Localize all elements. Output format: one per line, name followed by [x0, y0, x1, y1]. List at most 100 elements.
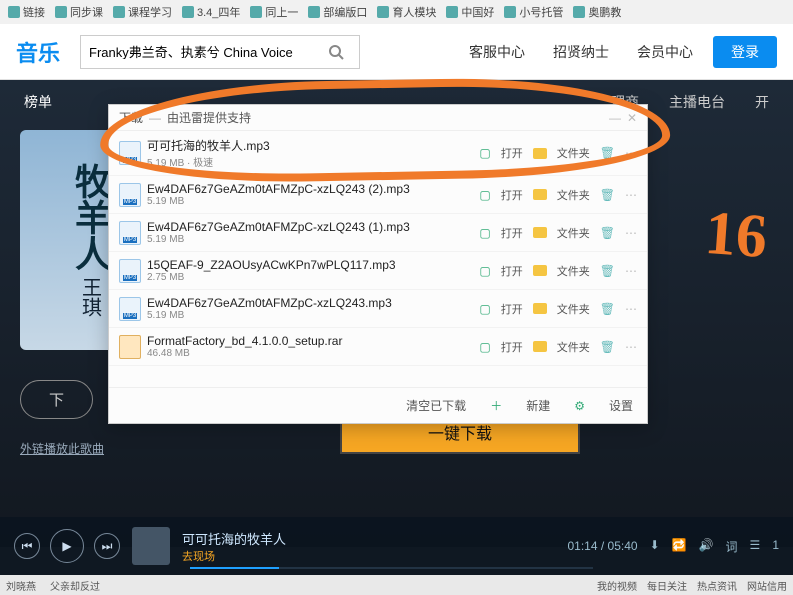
folder-icon[interactable]: [533, 265, 547, 276]
bookmark-icon: [8, 6, 20, 18]
folder-icon[interactable]: [533, 341, 547, 352]
folder-icon[interactable]: [533, 189, 547, 200]
download-button[interactable]: 下: [20, 380, 93, 419]
track-title[interactable]: 可可托海的牧羊人: [182, 532, 286, 547]
open-folder-link[interactable]: 文件夹: [557, 339, 590, 355]
folder-icon[interactable]: [533, 148, 547, 159]
playlist-icon[interactable]: ☰: [750, 538, 761, 555]
live-link[interactable]: 去现场: [182, 548, 286, 564]
tab-radio[interactable]: 主播电台: [669, 92, 725, 112]
open-folder-link[interactable]: 文件夹: [557, 187, 590, 203]
download-panel-header: 下载 — 由迅雷提供支持 — ✕: [109, 105, 647, 131]
tab-item[interactable]: 开: [755, 92, 769, 112]
open-folder-link[interactable]: 文件夹: [557, 145, 590, 161]
open-folder-link[interactable]: 文件夹: [557, 263, 590, 279]
track-time: 01:14 / 05:40: [568, 539, 638, 553]
bookmark-item[interactable]: 3.4_四年: [182, 4, 240, 20]
site-logo[interactable]: 音乐: [16, 36, 60, 68]
progress-bar[interactable]: [190, 567, 593, 569]
bookmark-item[interactable]: 同步课: [55, 4, 103, 20]
player-controls: ⏮ ▶ ⏭: [14, 529, 120, 563]
folder-icon[interactable]: [533, 227, 547, 238]
new-download-link[interactable]: 新建: [526, 397, 550, 414]
album-artist: 王琪: [76, 277, 105, 317]
delete-icon[interactable]: 🗑: [600, 188, 615, 202]
tab-ranking[interactable]: 榜单: [24, 92, 52, 112]
status-text: 刘晓燕: [6, 578, 36, 593]
bookmark-item[interactable]: 链接: [8, 4, 45, 20]
more-icon[interactable]: ⋯: [625, 188, 637, 202]
open-file-link[interactable]: 打开: [501, 225, 523, 241]
tray-link[interactable]: 每日关注: [647, 578, 687, 593]
open-folder-link[interactable]: 文件夹: [557, 225, 590, 241]
delete-icon[interactable]: 🗑: [600, 340, 615, 354]
open-file-link[interactable]: 打开: [501, 145, 523, 161]
download-icon[interactable]: ⬇: [650, 538, 660, 555]
page-icon[interactable]: ▢: [479, 340, 490, 354]
settings-link[interactable]: 设置: [609, 397, 633, 414]
delete-icon[interactable]: 🗑: [600, 226, 615, 240]
browser-bookmarks-bar: 链接 同步课 课程学习 3.4_四年 同上一 部编版口 育人模块 中国好 小号托…: [0, 0, 793, 24]
tray-link[interactable]: 我的视频: [597, 578, 637, 593]
delete-icon[interactable]: 🗑: [600, 264, 615, 278]
download-row[interactable]: 可可托海的牧羊人.mp3 5.19 MB · 极速 ▢ 打开 文件夹 🗑 ⋯: [109, 131, 647, 176]
delete-icon[interactable]: 🗑: [600, 146, 615, 160]
download-row[interactable]: Ew4DAF6z7GeAZm0tAFMZpC-xzLQ243.mp35.19 M…: [109, 290, 647, 328]
more-icon[interactable]: ⋯: [625, 264, 637, 278]
open-file-link[interactable]: 打开: [501, 263, 523, 279]
page-icon[interactable]: ▢: [479, 226, 490, 240]
external-play-link[interactable]: 外链播放此歌曲: [20, 440, 104, 457]
next-track-button[interactable]: ⏭: [94, 533, 120, 559]
nav-link[interactable]: 客服中心: [469, 42, 525, 62]
tray-link[interactable]: 热点资讯: [697, 578, 737, 593]
file-icon: [119, 141, 141, 165]
bookmark-item[interactable]: 中国好: [446, 4, 494, 20]
download-row[interactable]: 15QEAF-9_Z2AOUsyACwKPn7wPLQ117.mp32.75 M…: [109, 252, 647, 290]
more-icon[interactable]: ⋯: [625, 146, 637, 160]
bookmark-item[interactable]: 育人模块: [377, 4, 436, 20]
more-icon[interactable]: ⋯: [625, 340, 637, 354]
download-panel: 下载 — 由迅雷提供支持 — ✕ 可可托海的牧羊人.mp3 5.19 MB · …: [108, 104, 648, 424]
search-icon[interactable]: [321, 44, 351, 60]
bookmark-icon: [573, 6, 585, 18]
download-row[interactable]: Ew4DAF6z7GeAZm0tAFMZpC-xzLQ243 (1).mp35.…: [109, 214, 647, 252]
bookmark-item[interactable]: 部编版口: [308, 4, 367, 20]
file-name: Ew4DAF6z7GeAZm0tAFMZpC-xzLQ243 (1).mp3: [147, 220, 473, 234]
close-icon[interactable]: ✕: [627, 111, 637, 125]
more-icon[interactable]: ⋯: [625, 226, 637, 240]
open-file-link[interactable]: 打开: [501, 339, 523, 355]
download-row[interactable]: FormatFactory_bd_4.1.0.0_setup.rar46.48 …: [109, 328, 647, 366]
volume-icon[interactable]: 🔊: [699, 538, 714, 555]
bookmark-item[interactable]: 小号托管: [504, 4, 563, 20]
loop-icon[interactable]: 🔁: [672, 538, 687, 555]
delete-icon[interactable]: 🗑: [600, 302, 615, 316]
site-header: 音乐 客服中心 招贤纳士 会员中心 登录: [0, 24, 793, 80]
gear-icon[interactable]: ⚙: [574, 399, 585, 413]
search-input[interactable]: [89, 44, 321, 59]
search-box[interactable]: [80, 35, 360, 69]
folder-icon[interactable]: [533, 303, 547, 314]
bookmark-item[interactable]: 奥鹏教: [573, 4, 621, 20]
open-folder-link[interactable]: 文件夹: [557, 301, 590, 317]
nav-link[interactable]: 会员中心: [637, 42, 693, 62]
minimize-icon[interactable]: —: [609, 111, 621, 125]
bookmark-item[interactable]: 同上一: [250, 4, 298, 20]
page-icon[interactable]: ▢: [479, 264, 490, 278]
page-icon[interactable]: ▢: [479, 146, 490, 160]
clear-downloads-link[interactable]: 清空已下载: [406, 397, 466, 414]
open-file-link[interactable]: 打开: [501, 187, 523, 203]
download-row[interactable]: Ew4DAF6z7GeAZm0tAFMZpC-xzLQ243 (2).mp35.…: [109, 176, 647, 214]
play-button[interactable]: ▶: [50, 529, 84, 563]
file-name: 15QEAF-9_Z2AOUsyACwKPn7wPLQ117.mp3: [147, 258, 473, 272]
nav-link[interactable]: 招贤纳士: [553, 42, 609, 62]
bookmark-item[interactable]: 课程学习: [113, 4, 172, 20]
tray-link[interactable]: 网站信用: [747, 578, 787, 593]
track-thumbnail[interactable]: [132, 527, 170, 565]
more-icon[interactable]: ⋯: [625, 302, 637, 316]
open-file-link[interactable]: 打开: [501, 301, 523, 317]
login-button[interactable]: 登录: [713, 36, 777, 68]
lyrics-icon[interactable]: 词: [726, 538, 738, 555]
page-icon[interactable]: ▢: [479, 188, 490, 202]
page-icon[interactable]: ▢: [479, 302, 490, 316]
prev-track-button[interactable]: ⏮: [14, 533, 40, 559]
